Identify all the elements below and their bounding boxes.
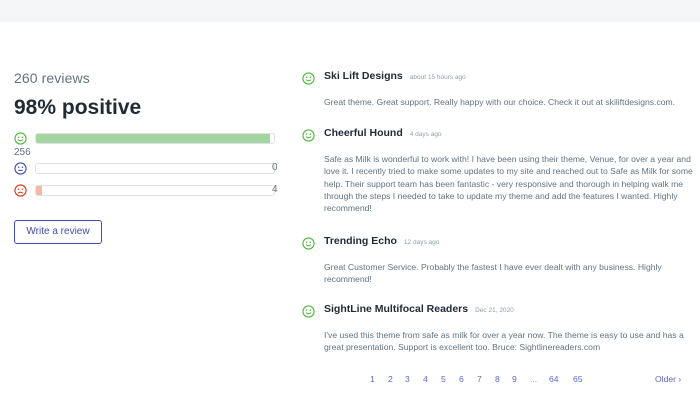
write-review-button[interactable]: Write a review <box>14 220 102 244</box>
review-text: I've used this theme from safe as milk f… <box>324 330 684 353</box>
positive-rating-bar-fill <box>36 134 271 143</box>
smile-icon <box>14 132 27 145</box>
rating-summary: 260 reviews 98% positive 256 0 4 Write a… <box>14 70 284 244</box>
review-time: 12 days ago <box>403 239 440 246</box>
smile-icon <box>302 305 315 318</box>
positive-rating-count: 256 <box>14 147 31 158</box>
smile-icon <box>302 72 315 85</box>
neutral-rating-row: 0 <box>14 160 284 182</box>
page-link-64[interactable]: 64 <box>549 374 559 384</box>
pagination: 1 2 3 4 5 6 7 8 9 ... 64 65 Older › <box>0 374 700 388</box>
negative-rating-count: 4 <box>272 184 278 195</box>
negative-rating-row: 4 <box>14 182 284 204</box>
reviewer-name: SightLine Multifocal Readers <box>324 303 469 315</box>
reviewer-name: Cheerful Hound <box>324 127 403 139</box>
review-text: Safe as Milk is wonderful to work with! … <box>324 154 693 214</box>
pagination-ellipsis: ... <box>530 374 538 384</box>
reviewer-name: Ski Lift Designs <box>324 70 403 82</box>
top-band <box>0 0 700 22</box>
page-link-65[interactable]: 65 <box>573 374 583 384</box>
page-link-7[interactable]: 7 <box>477 374 482 384</box>
page-link-3[interactable]: 3 <box>405 374 410 384</box>
review-time: 4 days ago <box>409 131 442 138</box>
neutral-face-icon <box>14 162 27 175</box>
review-text: Great theme. Great support. Really happy… <box>324 97 676 107</box>
page-link-1[interactable]: 1 <box>370 374 375 384</box>
smile-icon <box>302 129 315 142</box>
reviews-count: 260 reviews <box>14 70 90 86</box>
page-link-6[interactable]: 6 <box>459 374 464 384</box>
review-item: SightLine Multifocal Readers Dec 21, 202… <box>302 303 694 354</box>
positive-rating-bar <box>35 133 275 144</box>
neutral-rating-bar <box>35 163 275 174</box>
negative-rating-bar-fill <box>36 186 42 195</box>
smile-icon <box>302 237 315 250</box>
review-text: Great Customer Service. Probably the fas… <box>324 262 662 285</box>
review-time: about 15 hours ago <box>409 74 466 81</box>
review-item: Ski Lift Designs about 15 hours ago Grea… <box>302 70 694 127</box>
review-item: Trending Echo 12 days ago Great Customer… <box>302 235 694 303</box>
positive-percentage: 98% positive <box>14 96 142 119</box>
page-link-9[interactable]: 9 <box>512 374 517 384</box>
page-link-8[interactable]: 8 <box>495 374 500 384</box>
page-link-4[interactable]: 4 <box>423 374 428 384</box>
reviewer-name: Trending Echo <box>324 235 397 247</box>
page-link-2[interactable]: 2 <box>388 374 393 384</box>
frown-icon <box>14 184 27 197</box>
reviews-list: Ski Lift Designs about 15 hours ago Grea… <box>302 70 694 354</box>
older-page-link[interactable]: Older › <box>655 374 681 384</box>
negative-rating-bar <box>35 185 275 196</box>
review-item: Cheerful Hound 4 days ago Safe as Milk i… <box>302 127 694 235</box>
page-link-5[interactable]: 5 <box>441 374 446 384</box>
neutral-rating-count: 0 <box>272 162 278 173</box>
positive-rating-row: 256 <box>14 130 284 160</box>
review-time: Dec 21, 2020 <box>475 307 514 314</box>
